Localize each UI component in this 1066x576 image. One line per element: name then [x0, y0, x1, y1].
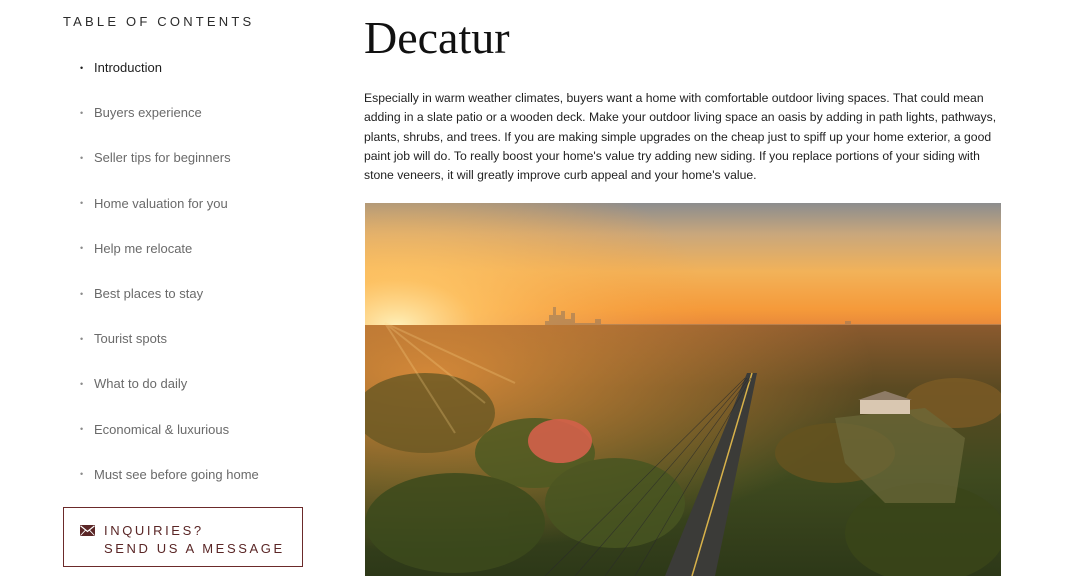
- toc-item-must-see[interactable]: • Must see before going home: [80, 452, 259, 497]
- bullet-icon: •: [80, 243, 84, 254]
- toc-item-introduction[interactable]: • Introduction: [80, 45, 259, 90]
- page-title: Decatur: [364, 12, 510, 63]
- toc-item-label: What to do daily: [94, 376, 188, 392]
- bullet-icon: •: [80, 107, 84, 118]
- bullet-icon: •: [80, 152, 84, 163]
- envelope-icon: [80, 524, 95, 536]
- toc-item-buyers-experience[interactable]: • Buyers experience: [80, 90, 259, 135]
- hero-image: [365, 203, 1001, 576]
- toc-item-label: Economical & luxurious: [94, 421, 230, 437]
- toc-item-tourist-spots[interactable]: • Tourist spots: [80, 316, 259, 361]
- inquiry-label: INQUIRIES?: [104, 522, 204, 538]
- toc-item-label: Seller tips for beginners: [94, 150, 231, 166]
- bullet-icon: •: [80, 424, 84, 435]
- inquiry-line-2: SEND US A MESSAGE: [80, 539, 302, 557]
- toc-item-economical-luxurious[interactable]: • Economical & luxurious: [80, 407, 259, 452]
- inquiry-line-1: INQUIRIES?: [80, 521, 302, 539]
- toc-item-label: Tourist spots: [94, 331, 167, 347]
- page: TABLE OF CONTENTS • Introduction • Buyer…: [0, 0, 1066, 576]
- bullet-icon: •: [80, 198, 84, 209]
- toc-list: • Introduction • Buyers experience • Sel…: [80, 45, 259, 497]
- toc-item-best-places[interactable]: • Best places to stay: [80, 271, 259, 316]
- bullet-icon: •: [80, 288, 84, 299]
- toc-item-home-valuation[interactable]: • Home valuation for you: [80, 181, 259, 226]
- toc-item-label: Best places to stay: [94, 286, 204, 302]
- toc-item-seller-tips[interactable]: • Seller tips for beginners: [80, 135, 259, 180]
- toc-title: TABLE OF CONTENTS: [63, 14, 255, 29]
- bullet-icon: •: [80, 378, 84, 389]
- bullet-icon: •: [80, 469, 84, 480]
- toc-item-label: Must see before going home: [94, 466, 259, 482]
- toc-item-label: Help me relocate: [94, 240, 193, 256]
- inquiry-button[interactable]: INQUIRIES? SEND US A MESSAGE: [63, 507, 303, 567]
- bullet-icon: •: [80, 333, 84, 344]
- toc-item-label: Introduction: [94, 60, 162, 76]
- toc-item-label: Buyers experience: [94, 105, 202, 121]
- toc-item-what-to-do[interactable]: • What to do daily: [80, 361, 259, 406]
- send-message-label: SEND US A MESSAGE: [104, 540, 285, 556]
- intro-paragraph: Especially in warm weather climates, buy…: [364, 91, 997, 183]
- bullet-icon: •: [80, 62, 84, 73]
- toc-item-help-relocate[interactable]: • Help me relocate: [80, 226, 259, 271]
- toc-item-label: Home valuation for you: [94, 195, 228, 211]
